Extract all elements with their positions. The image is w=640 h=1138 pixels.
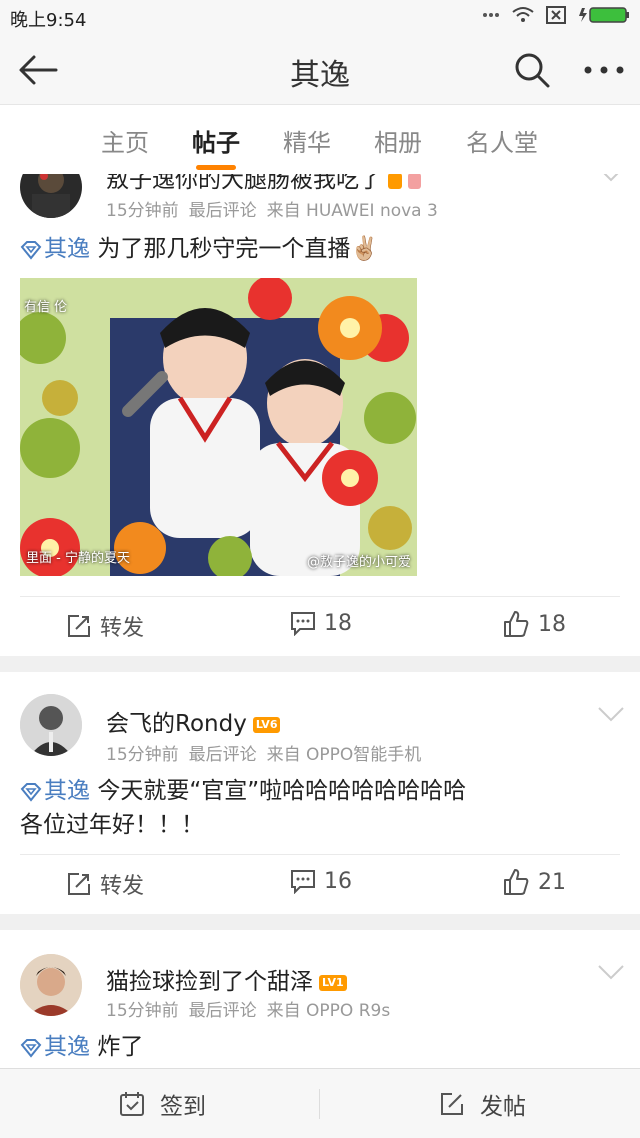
- topic-tag[interactable]: 其逸: [20, 778, 90, 804]
- repost-icon: [68, 873, 90, 895]
- level-badge: [388, 174, 402, 189]
- post-username[interactable]: 会飞的Rondy LV6: [106, 704, 281, 738]
- post-username[interactable]: 敖子逸你的大腿肠被我吃了: [106, 174, 422, 194]
- thumbs-up-icon: [504, 869, 529, 895]
- avatar[interactable]: [20, 954, 82, 1016]
- like-button[interactable]: 21: [502, 868, 566, 896]
- post-card: 敖子逸你的大腿肠被我吃了 15分钟前 最后评论 来自 HUAWEI nova 3 其…: [0, 174, 640, 656]
- post-image[interactable]: 有信 伦 里面 - 宁静的夏天 @敖子逸的小可爱: [20, 278, 417, 576]
- tab-bar: 主页 帖子 精华 相册 名人堂: [0, 104, 640, 174]
- image-watermark: @敖子逸的小可爱: [306, 555, 411, 570]
- post-meta: 15分钟前 最后评论 来自 OPPO R9s: [106, 1001, 391, 1021]
- comment-button[interactable]: 18: [290, 610, 352, 636]
- diamond-icon: [20, 240, 42, 260]
- post-text: 其逸 今天就要“官宣”啦哈哈哈哈哈哈哈哈 各位过年好！！！: [20, 778, 467, 838]
- checkin-button[interactable]: 签到: [118, 1087, 206, 1121]
- topic-tag[interactable]: 其逸: [20, 1034, 90, 1060]
- feed-gap: [0, 914, 640, 930]
- sim-icon: [546, 6, 566, 24]
- more-dots-icon: [483, 13, 499, 17]
- comment-button[interactable]: 16: [290, 868, 352, 894]
- repost-button[interactable]: 转发: [66, 868, 144, 900]
- post-meta: 15分钟前 最后评论 来自 HUAWEI nova 3: [106, 201, 438, 221]
- like-button[interactable]: 18: [502, 610, 566, 638]
- tab-featured[interactable]: 精华: [262, 123, 352, 158]
- diamond-icon: [20, 782, 42, 802]
- diamond-icon: [20, 1038, 42, 1058]
- image-corner-label: 有信 伦: [24, 300, 68, 315]
- topic-tag[interactable]: 其逸: [20, 236, 90, 262]
- active-tab-indicator: [196, 165, 236, 170]
- post-card: 猫捡球捡到了个甜泽 LV1 15分钟前 最后评论 来自 OPPO R9s 其逸 炸了: [0, 930, 640, 1068]
- battery-icon: [579, 7, 629, 23]
- post-meta: 15分钟前 最后评论 来自 OPPO智能手机: [106, 745, 422, 765]
- nav-bar: 其逸: [0, 36, 640, 104]
- level-badge: LV1: [319, 974, 347, 991]
- repost-button[interactable]: 转发: [66, 610, 144, 642]
- post-card: 会飞的Rondy LV6 15分钟前 最后评论 来自 OPPO智能手机 其逸 今天就要…: [0, 672, 640, 914]
- repost-icon: [68, 615, 90, 637]
- tab-posts[interactable]: 帖子: [171, 123, 261, 158]
- search-icon[interactable]: [512, 50, 552, 90]
- post-text: 其逸 为了那几秒守完一个直播✌🏼: [20, 232, 620, 266]
- level-badge: LV6: [252, 716, 281, 733]
- level-badge: [407, 174, 422, 189]
- comment-icon: [291, 870, 315, 894]
- tab-hall-of-fame[interactable]: 名人堂: [457, 123, 547, 158]
- more-options-icon[interactable]: [582, 54, 626, 86]
- feed-gap: [0, 656, 640, 672]
- status-time: 晚上9:54: [10, 10, 87, 31]
- tab-album[interactable]: 相册: [353, 123, 443, 158]
- new-post-button[interactable]: 发帖: [438, 1087, 526, 1121]
- avatar[interactable]: [20, 694, 82, 756]
- post-actions: 转发 16 21: [0, 854, 640, 914]
- comment-icon: [291, 612, 315, 636]
- post-text: 其逸 炸了: [20, 1030, 620, 1064]
- post-actions: 转发 18 18: [0, 596, 640, 656]
- wifi-icon: [512, 7, 534, 22]
- tab-home[interactable]: 主页: [80, 123, 170, 158]
- bottom-action-bar: 签到 发帖: [0, 1068, 640, 1138]
- flower-frame-photo: [20, 278, 417, 576]
- calendar-check-icon: [120, 1092, 144, 1116]
- post-username[interactable]: 猫捡球捡到了个甜泽 LV1: [106, 962, 347, 996]
- avatar[interactable]: [20, 174, 82, 218]
- chevron-down-icon[interactable]: [596, 962, 626, 982]
- bottom-bar-separator: [319, 1089, 320, 1119]
- chevron-down-icon[interactable]: [596, 704, 626, 724]
- chevron-down-icon[interactable]: [596, 174, 626, 184]
- post-feed[interactable]: 敖子逸你的大腿肠被我吃了 15分钟前 最后评论 来自 HUAWEI nova 3 其…: [0, 174, 640, 1068]
- image-caption: 里面 - 宁静的夏天: [26, 551, 130, 566]
- compose-icon: [441, 1093, 463, 1115]
- status-bar: 晚上9:54: [0, 0, 640, 36]
- status-icons: [482, 6, 630, 24]
- thumbs-up-icon: [504, 611, 529, 637]
